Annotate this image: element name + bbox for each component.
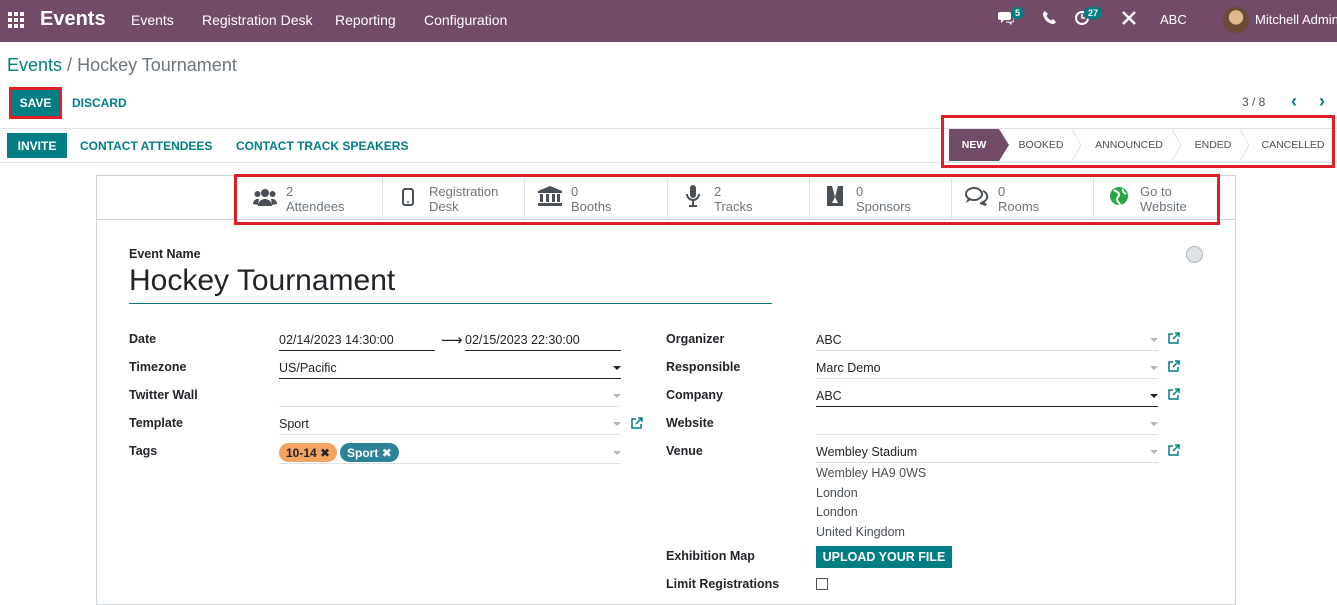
breadcrumb-separator: / xyxy=(67,55,73,75)
breadcrumb-current: Hockey Tournament xyxy=(77,55,237,75)
caret-down-icon[interactable] xyxy=(1150,366,1158,370)
website-label: Website xyxy=(666,416,714,430)
user-menu[interactable]: Mitchell Admin xyxy=(1255,12,1337,27)
input-underline xyxy=(279,378,621,379)
venue-select[interactable]: Wembley Stadium xyxy=(816,445,917,459)
external-link-icon[interactable] xyxy=(1168,360,1180,372)
exhibition-map-label: Exhibition Map xyxy=(666,549,755,563)
caret-down-icon[interactable] xyxy=(613,366,621,370)
top-navbar: Events Events Registration Desk Reportin… xyxy=(0,0,1337,42)
date-begin-input[interactable]: 02/14/2023 14:30:00 xyxy=(279,333,394,347)
limit-registrations-label: Limit Registrations xyxy=(666,577,780,591)
input-underline xyxy=(279,350,435,351)
date-label: Date xyxy=(129,332,157,346)
chevron-left-icon[interactable]: ‹ xyxy=(1291,91,1297,112)
app-brand[interactable]: Events xyxy=(40,8,106,31)
venue-label: Venue xyxy=(666,444,703,458)
menu-events[interactable]: Events xyxy=(131,12,174,28)
input-underline xyxy=(816,350,1158,351)
tags-input[interactable] xyxy=(279,463,621,464)
smart-buttons-highlight xyxy=(234,174,1220,225)
venue-address-line: London xyxy=(816,505,858,519)
tag-chip-label: 10-14 xyxy=(286,445,317,460)
caret-down-icon[interactable] xyxy=(1150,338,1158,342)
tag-chip[interactable]: Sport ✖ xyxy=(340,443,399,462)
input-underline xyxy=(816,378,1158,379)
user-avatar[interactable] xyxy=(1223,7,1249,33)
company-select[interactable]: ABC xyxy=(816,389,842,403)
upload-file-button[interactable]: UPLOAD YOUR FILE xyxy=(816,546,952,568)
breadcrumb: Events / Hockey Tournament xyxy=(7,55,237,76)
arrow-right-icon: ⟶ xyxy=(441,332,463,349)
template-select[interactable]: Sport xyxy=(279,417,309,431)
company-switcher[interactable]: ABC xyxy=(1160,12,1187,27)
contact-track-speakers-button[interactable]: CONTACT TRACK SPEAKERS xyxy=(236,139,408,153)
external-link-icon[interactable] xyxy=(631,417,643,429)
timezone-select[interactable]: US/Pacific xyxy=(279,361,337,375)
external-link-icon[interactable] xyxy=(1168,388,1180,400)
discard-button[interactable]: DISCARD xyxy=(72,96,127,110)
contact-attendees-button[interactable]: CONTACT ATTENDEES xyxy=(80,139,212,153)
caret-down-icon[interactable] xyxy=(1150,422,1158,426)
caret-down-icon[interactable] xyxy=(1150,450,1158,454)
input-underline xyxy=(816,406,1158,407)
event-name-label: Event Name xyxy=(129,247,201,261)
tag-chip[interactable]: 10-14 ✖ xyxy=(279,443,338,462)
external-link-icon[interactable] xyxy=(1168,444,1180,456)
responsible-select[interactable]: Marc Demo xyxy=(816,361,881,375)
caret-down-icon[interactable] xyxy=(613,451,621,455)
statusbar-highlight xyxy=(941,115,1335,168)
event-name-input[interactable]: Hockey Tournament xyxy=(129,264,772,304)
save-button[interactable]: SAVE xyxy=(9,87,62,119)
input-underline xyxy=(465,350,621,351)
responsible-label: Responsible xyxy=(666,360,741,374)
external-link-icon[interactable] xyxy=(1168,332,1180,344)
date-end-input[interactable]: 02/15/2023 22:30:00 xyxy=(465,333,580,347)
apps-grid-icon[interactable] xyxy=(8,12,24,28)
twitter-wall-input[interactable] xyxy=(279,406,621,407)
chevron-right-icon[interactable]: › xyxy=(1319,91,1325,112)
menu-configuration[interactable]: Configuration xyxy=(424,12,507,28)
organizer-label: Organizer xyxy=(666,332,725,346)
close-icon[interactable]: ✖ xyxy=(320,446,330,460)
website-select[interactable] xyxy=(816,434,1158,435)
tools-icon[interactable] xyxy=(1122,11,1136,29)
menu-registration-desk[interactable]: Registration Desk xyxy=(202,12,313,28)
menu-reporting[interactable]: Reporting xyxy=(335,12,396,28)
input-underline xyxy=(279,434,621,435)
caret-down-icon[interactable] xyxy=(613,394,621,398)
company-label: Company xyxy=(666,388,723,402)
tags-label: Tags xyxy=(129,444,158,458)
input-underline xyxy=(816,462,1158,463)
twitter-wall-label: Twitter Wall xyxy=(129,388,198,402)
limit-registrations-checkbox[interactable] xyxy=(816,578,828,590)
invite-button[interactable]: INVITE xyxy=(7,133,67,158)
caret-down-icon[interactable] xyxy=(613,422,621,426)
venue-address-line: United Kingdom xyxy=(816,525,905,539)
activity-badge: 27 xyxy=(1084,7,1103,19)
breadcrumb-events-link[interactable]: Events xyxy=(7,55,62,75)
pager-value[interactable]: 3 / 8 xyxy=(1242,95,1265,109)
chat-badge: 5 xyxy=(1011,7,1025,19)
tag-chip-label: Sport xyxy=(347,445,379,460)
venue-address-line: London xyxy=(816,486,858,500)
caret-down-icon[interactable] xyxy=(1150,394,1158,398)
organizer-select[interactable]: ABC xyxy=(816,333,842,347)
timezone-label: Timezone xyxy=(129,360,187,374)
phone-icon[interactable] xyxy=(1043,11,1056,28)
close-icon[interactable]: ✖ xyxy=(382,446,392,460)
kanban-state-icon[interactable] xyxy=(1186,246,1203,263)
venue-address-line: Wembley HA9 0WS xyxy=(816,466,927,480)
template-label: Template xyxy=(129,416,183,430)
